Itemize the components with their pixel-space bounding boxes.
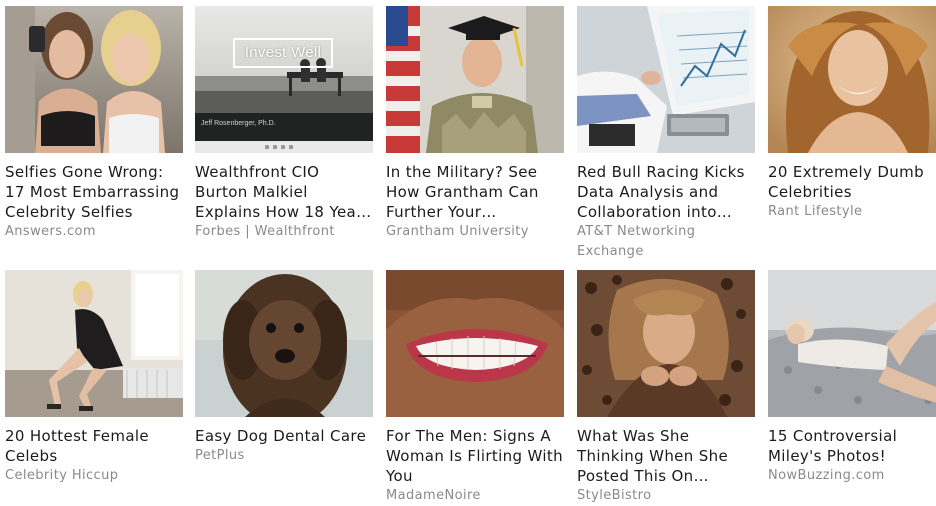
video-caption: Jeff Rosenberger, Ph.D. — [201, 120, 276, 127]
card-title[interactable]: Selfies Gone Wrong: 17 Most Embarrassing… — [5, 162, 183, 222]
video-overlay-title: Invest Well — [233, 38, 333, 68]
data-analysis-photo — [577, 6, 755, 153]
card-thumbnail[interactable] — [577, 270, 755, 417]
card-source: MadameNoire — [386, 488, 481, 503]
selfie-photo — [5, 6, 183, 153]
video-lower-third: Jeff Rosenberger, Ph.D. — [195, 113, 373, 141]
female-celeb-photo — [5, 270, 183, 417]
card-source: Grantham University — [386, 224, 529, 239]
sponsored-content-grid: Selfies Gone Wrong: 17 Most Embarrassing… — [0, 0, 936, 503]
miley-photo — [768, 270, 936, 417]
smile-closeup-photo — [386, 270, 564, 417]
card-source: NowBuzzing.com — [768, 468, 885, 483]
content-card-grantham[interactable]: In the Military? See How Grantham Can Fu… — [386, 6, 564, 242]
card-source: AT&T Networking Exchange — [577, 224, 696, 259]
card-thumbnail[interactable] — [768, 270, 936, 417]
card-title[interactable]: Easy Dog Dental Care — [195, 426, 373, 446]
content-card-dog-dental[interactable]: Easy Dog Dental Care PetPlus — [195, 270, 373, 466]
card-thumbnail[interactable] — [577, 6, 755, 153]
card-title[interactable]: Red Bull Racing Kicks Data Analysis and … — [577, 162, 755, 222]
card-thumbnail[interactable] — [195, 270, 373, 417]
card-source: PetPlus — [195, 448, 245, 463]
content-card-flirting[interactable]: For The Men: Signs A Woman Is Flirting W… — [386, 270, 564, 506]
card-title[interactable]: 20 Hottest Female Celebs — [5, 426, 183, 466]
content-card-wealthfront[interactable]: Invest Well Jeff Rosenberger, Ph.D. Weal… — [195, 6, 373, 242]
card-title[interactable]: 20 Extremely Dumb Celebrities — [768, 162, 936, 202]
content-card-instagram[interactable]: What Was She Thinking When She Posted Th… — [577, 270, 755, 506]
card-thumbnail[interactable] — [5, 270, 183, 417]
card-thumbnail[interactable] — [386, 270, 564, 417]
card-source: Celebrity Hiccup — [5, 468, 119, 483]
card-thumbnail[interactable] — [768, 6, 936, 153]
puppy-photo — [195, 270, 373, 417]
card-title[interactable]: In the Military? See How Grantham Can Fu… — [386, 162, 564, 222]
card-source: Answers.com — [5, 224, 96, 239]
leopard-print-portrait-photo — [577, 270, 755, 417]
content-card-selfies[interactable]: Selfies Gone Wrong: 17 Most Embarrassing… — [5, 6, 183, 242]
card-thumbnail[interactable] — [5, 6, 183, 153]
content-card-hottest-celebs[interactable]: 20 Hottest Female Celebs Celebrity Hiccu… — [5, 270, 183, 486]
card-thumbnail[interactable]: Invest Well Jeff Rosenberger, Ph.D. — [195, 6, 373, 153]
card-source: StyleBistro — [577, 488, 652, 503]
card-source: Forbes | Wealthfront — [195, 224, 335, 239]
content-card-redbull[interactable]: Red Bull Racing Kicks Data Analysis and … — [577, 6, 755, 262]
card-title[interactable]: What Was She Thinking When She Posted Th… — [577, 426, 755, 486]
card-thumbnail[interactable] — [386, 6, 564, 153]
card-title[interactable]: Wealthfront CIO Burton Malkiel Explains … — [195, 162, 373, 222]
celebrity-portrait-photo — [768, 6, 936, 153]
content-card-miley[interactable]: 15 Controversial Miley's Photos! NowBuzz… — [768, 270, 936, 486]
card-title[interactable]: For The Men: Signs A Woman Is Flirting W… — [386, 426, 564, 486]
content-card-dumb-celebrities[interactable]: 20 Extremely Dumb Celebrities Rant Lifes… — [768, 6, 936, 222]
card-title[interactable]: 15 Controversial Miley's Photos! — [768, 426, 936, 466]
graduate-soldier-photo — [386, 6, 564, 153]
card-source: Rant Lifestyle — [768, 204, 863, 219]
